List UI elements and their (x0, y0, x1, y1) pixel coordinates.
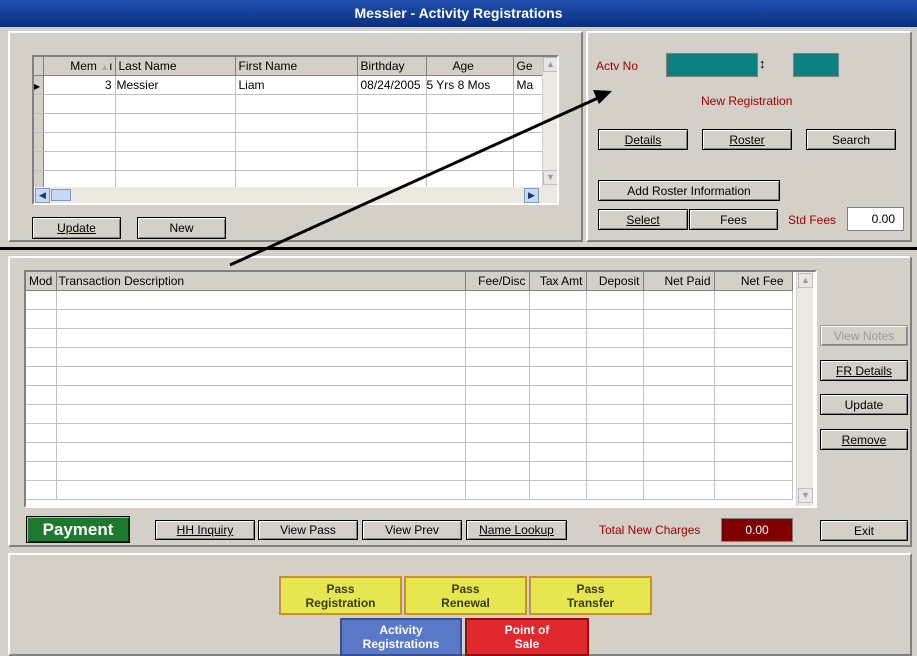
transactions-update-button[interactable]: Update (820, 394, 908, 415)
col-birthday[interactable]: Birthday (357, 57, 427, 76)
transactions-grid: Mod Transaction Description Fee/Disc Tax… (24, 270, 817, 508)
members-hscrollbar[interactable]: ◀ ▶ (34, 187, 557, 203)
std-fees-value: 0.00 (847, 207, 904, 231)
view-prev-button[interactable]: View Prev (362, 520, 462, 540)
table-row[interactable] (26, 480, 793, 500)
col-first-name[interactable]: First Name (235, 57, 358, 76)
table-row[interactable] (26, 328, 793, 348)
select-button[interactable]: Select (598, 209, 688, 230)
table-row[interactable] (34, 151, 546, 171)
scroll-down-icon[interactable]: ▼ (798, 488, 813, 503)
table-row[interactable] (26, 290, 793, 310)
cell-birthday[interactable]: 08/24/2005 (357, 75, 427, 95)
pass-transfer-button[interactable]: Pass Transfer (529, 576, 652, 615)
members-vscrollbar[interactable]: ▲ ▼ (542, 57, 557, 187)
roster-button[interactable]: Roster (702, 129, 792, 150)
table-row[interactable] (26, 423, 793, 443)
table-row[interactable] (34, 94, 546, 114)
sort-asc-icon: ▲ (100, 61, 110, 72)
table-row[interactable] (26, 385, 793, 405)
cell-age[interactable]: 5 Yrs 8 Mos (426, 75, 514, 95)
current-row-icon: ▶ (34, 81, 41, 91)
col-description[interactable]: Transaction Description (56, 272, 466, 291)
scroll-down-icon[interactable]: ▼ (543, 170, 557, 185)
activity-registrations-button[interactable]: Activity Registrations (340, 618, 462, 656)
actv-sub-input[interactable] (793, 53, 839, 77)
actv-no-label: Actv No (596, 59, 639, 73)
table-row[interactable] (26, 461, 793, 481)
col-gender[interactable]: Ge (513, 57, 546, 76)
hh-inquiry-button[interactable]: HH Inquiry (155, 520, 255, 540)
spin-arrows-icon[interactable]: ↕ (759, 56, 766, 71)
members-panel: Mem ▲ı Last Name First Name Birthday Age… (8, 31, 583, 242)
name-lookup-button[interactable]: Name Lookup (466, 520, 567, 540)
fees-button[interactable]: Fees (689, 209, 778, 230)
actv-no-input[interactable] (666, 53, 758, 77)
col-net-fee[interactable]: Net Fee (714, 272, 793, 291)
total-new-charges-value: 0.00 (721, 518, 793, 542)
col-age[interactable]: Age (426, 57, 514, 76)
members-grid: Mem ▲ı Last Name First Name Birthday Age… (32, 55, 559, 205)
cell-mem[interactable]: 3 (43, 75, 116, 95)
exit-button[interactable]: Exit (820, 520, 908, 541)
members-table: Mem ▲ı Last Name First Name Birthday Age… (34, 57, 546, 190)
table-row[interactable]: ▶ 3 Messier Liam 08/24/2005 5 Yrs 8 Mos … (34, 75, 546, 95)
launcher-panel: Pass Registration Pass Renewal Pass Tran… (8, 553, 912, 656)
pass-renewal-button[interactable]: Pass Renewal (404, 576, 527, 615)
table-row[interactable] (26, 347, 793, 367)
row-selector[interactable]: ▶ (34, 75, 44, 95)
table-row[interactable] (26, 442, 793, 462)
table-row[interactable] (26, 366, 793, 386)
members-new-button[interactable]: New (137, 217, 226, 239)
view-pass-button[interactable]: View Pass (258, 520, 358, 540)
col-fee-disc[interactable]: Fee/Disc (465, 272, 530, 291)
registration-status: New Registration (701, 94, 793, 108)
col-net-paid[interactable]: Net Paid (643, 272, 715, 291)
cell-gender[interactable]: Ma (513, 75, 546, 95)
members-update-button[interactable]: Update (32, 217, 121, 239)
scroll-up-icon[interactable]: ▲ (798, 273, 813, 288)
table-row[interactable] (34, 132, 546, 152)
remove-button[interactable]: Remove (820, 429, 908, 450)
scroll-right-icon[interactable]: ▶ (524, 188, 539, 203)
col-mem[interactable]: Mem ▲ı (43, 57, 116, 76)
transactions-panel: Mod Transaction Description Fee/Disc Tax… (8, 256, 912, 547)
fr-details-button[interactable]: FR Details (820, 360, 908, 381)
col-mod[interactable]: Mod (26, 272, 57, 291)
table-row[interactable] (26, 309, 793, 329)
total-new-charges-label: Total New Charges (599, 523, 701, 537)
cell-first-name[interactable]: Liam (235, 75, 358, 95)
details-button[interactable]: Details (598, 129, 688, 150)
payment-button[interactable]: Payment (26, 516, 130, 543)
col-tax-amt[interactable]: Tax Amt (529, 272, 587, 291)
activity-panel: Actv No ↕ New Registration Details Roste… (586, 31, 912, 242)
table-row[interactable] (26, 404, 793, 424)
view-notes-button[interactable]: View Notes (820, 325, 908, 346)
std-fees-label: Std Fees (788, 213, 837, 227)
transactions-vscrollbar[interactable]: ▲ ▼ (796, 272, 813, 506)
scroll-up-icon[interactable]: ▲ (543, 57, 557, 72)
transactions-table: Mod Transaction Description Fee/Disc Tax… (26, 272, 793, 500)
point-of-sale-button[interactable]: Point of Sale (465, 618, 589, 656)
section-divider (0, 247, 917, 250)
window-title: Messier - Activity Registrations (0, 0, 917, 27)
pass-registration-button[interactable]: Pass Registration (279, 576, 402, 615)
hscroll-thumb[interactable] (51, 189, 71, 201)
add-roster-info-button[interactable]: Add Roster Information (598, 180, 780, 201)
search-button[interactable]: Search (806, 129, 896, 150)
cell-last-name[interactable]: Messier (115, 75, 236, 95)
scroll-left-icon[interactable]: ◀ (35, 188, 50, 203)
table-row[interactable] (34, 113, 546, 133)
col-deposit[interactable]: Deposit (586, 272, 644, 291)
col-last-name[interactable]: Last Name (115, 57, 236, 76)
row-header-corner (34, 57, 44, 76)
